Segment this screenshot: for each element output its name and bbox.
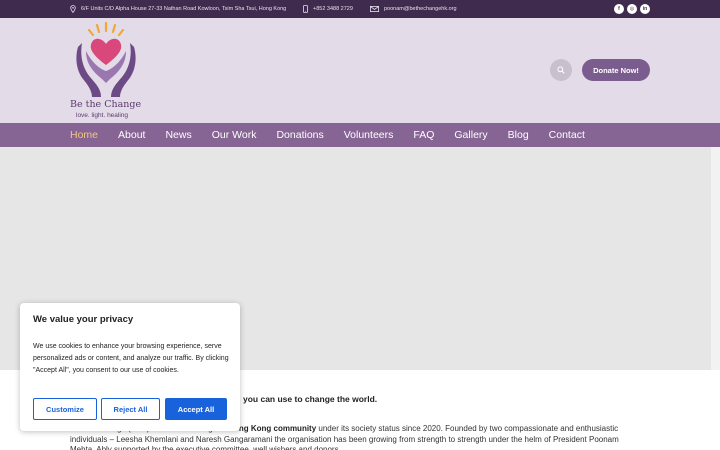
hands-heart-logo-icon [76,21,136,97]
site-logo[interactable]: Be the Change love. light. healing [68,21,144,121]
nav-item-news[interactable]: News [165,123,191,147]
search-button[interactable] [550,59,572,81]
logo-tagline: love. light. healing [76,112,129,119]
instagram-icon[interactable]: ◎ [627,4,637,14]
reject-all-button[interactable]: Reject All [101,398,160,420]
nav-item-blog[interactable]: Blog [508,123,529,147]
cookie-title: We value your privacy [33,314,134,325]
customize-button[interactable]: Customize [33,398,97,420]
mail-icon [370,6,379,12]
intro-text-bold: Hong Kong community [228,424,317,433]
page-scrollbar[interactable] [711,147,720,370]
cookie-body: We use cookies to enhance your browsing … [33,343,229,374]
nav-item-contact[interactable]: Contact [549,123,585,147]
cookie-consent-dialog: We value your privacy We use cookies to … [20,303,240,431]
linkedin-icon[interactable]: in [640,4,650,14]
email-text[interactable]: poonam@bethechangehk.org [384,6,457,12]
phone-icon [303,5,308,13]
email-item[interactable]: poonam@bethechangehk.org [370,0,457,18]
search-icon [557,66,565,74]
logo-title: Be the Change [70,99,142,110]
nav-item-our-work[interactable]: Our Work [212,123,257,147]
social-links: f ◎ in [614,4,650,14]
nav-item-donations[interactable]: Donations [276,123,323,147]
address-text: 6/F Units C/D Alpha House 27-33 Nathan R… [81,6,287,12]
main-nav: Home About News Our Work Donations Volun… [0,123,720,147]
donate-button[interactable]: Donate Now! [582,59,650,81]
phone-item[interactable]: +852 3488 2729 [303,0,353,18]
address-item: 6/F Units C/D Alpha House 27-33 Nathan R… [70,0,286,18]
site-header: Be the Change love. light. healing Donat… [0,18,720,123]
nav-item-about[interactable]: About [118,123,145,147]
nav-list: Home About News Our Work Donations Volun… [70,123,605,147]
phone-text[interactable]: +852 3488 2729 [313,6,353,12]
nav-item-faq[interactable]: FAQ [413,123,434,147]
top-info-bar: 6/F Units C/D Alpha House 27-33 Nathan R… [0,0,720,18]
map-pin-icon [70,5,76,13]
intro-heading: you can use to change the world. [243,394,378,404]
accept-all-button[interactable]: Accept All [165,398,227,420]
facebook-icon[interactable]: f [614,4,624,14]
nav-item-gallery[interactable]: Gallery [454,123,487,147]
nav-item-volunteers[interactable]: Volunteers [344,123,394,147]
nav-item-home[interactable]: Home [70,123,98,147]
